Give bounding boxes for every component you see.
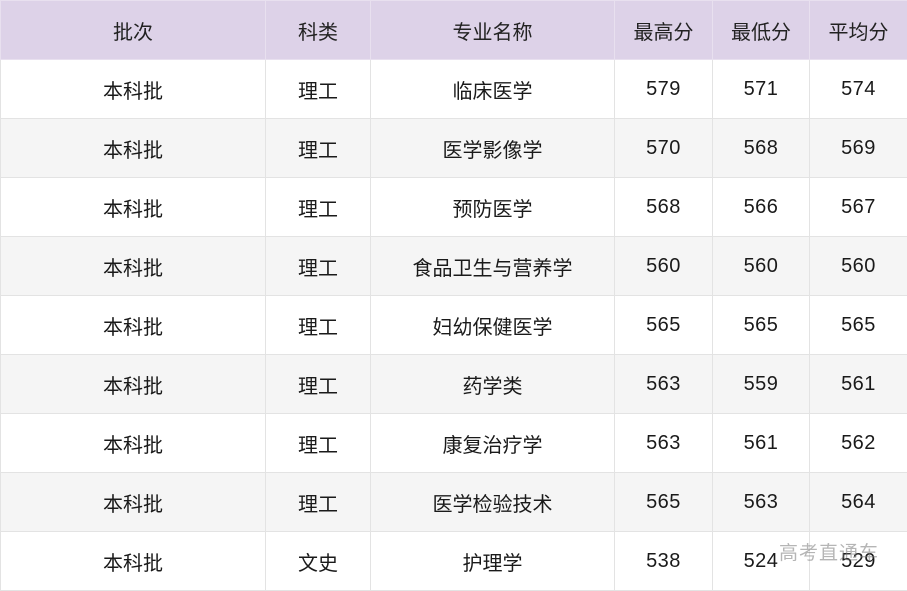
table-row: 本科批 理工 食品卫生与营养学 560 560 560 — [0, 236, 907, 296]
cell-max-score: 579 — [614, 59, 713, 119]
header-major-name: 专业名称 — [370, 0, 615, 60]
cell-category: 理工 — [265, 472, 371, 532]
cell-avg-score: 567 — [809, 177, 907, 237]
table-row: 本科批 文史 护理学 538 524 529 — [0, 531, 907, 591]
cell-major-name: 药学类 — [370, 354, 615, 414]
cell-category: 理工 — [265, 236, 371, 296]
score-table: 批次 科类 专业名称 最高分 最低分 平均分 本科批 理工 临床医学 579 5… — [0, 0, 907, 591]
cell-avg-score: 561 — [809, 354, 907, 414]
cell-min-score: 565 — [712, 295, 810, 355]
cell-max-score: 563 — [614, 413, 713, 473]
cell-max-score: 563 — [614, 354, 713, 414]
table-row: 本科批 理工 医学检验技术 565 563 564 — [0, 472, 907, 532]
table-row: 本科批 理工 临床医学 579 571 574 — [0, 59, 907, 119]
table-row: 本科批 理工 药学类 563 559 561 — [0, 354, 907, 414]
cell-major-name: 康复治疗学 — [370, 413, 615, 473]
cell-batch: 本科批 — [0, 531, 266, 591]
cell-category: 文史 — [265, 531, 371, 591]
cell-category: 理工 — [265, 118, 371, 178]
cell-category: 理工 — [265, 413, 371, 473]
cell-major-name: 护理学 — [370, 531, 615, 591]
table-row: 本科批 理工 预防医学 568 566 567 — [0, 177, 907, 237]
cell-avg-score: 569 — [809, 118, 907, 178]
cell-avg-score: 565 — [809, 295, 907, 355]
cell-batch: 本科批 — [0, 354, 266, 414]
cell-min-score: 563 — [712, 472, 810, 532]
cell-major-name: 临床医学 — [370, 59, 615, 119]
table-body: 本科批 理工 临床医学 579 571 574 本科批 理工 医学影像学 570… — [0, 59, 907, 591]
cell-category: 理工 — [265, 354, 371, 414]
table-row: 本科批 理工 医学影像学 570 568 569 — [0, 118, 907, 178]
header-batch: 批次 — [0, 0, 266, 60]
cell-min-score: 559 — [712, 354, 810, 414]
cell-batch: 本科批 — [0, 118, 266, 178]
cell-max-score: 570 — [614, 118, 713, 178]
cell-major-name: 预防医学 — [370, 177, 615, 237]
cell-batch: 本科批 — [0, 59, 266, 119]
table-row: 本科批 理工 妇幼保健医学 565 565 565 — [0, 295, 907, 355]
header-min-score: 最低分 — [712, 0, 810, 60]
cell-min-score: 560 — [712, 236, 810, 296]
header-category: 科类 — [265, 0, 371, 60]
cell-min-score: 524 — [712, 531, 810, 591]
cell-major-name: 妇幼保健医学 — [370, 295, 615, 355]
cell-batch: 本科批 — [0, 236, 266, 296]
cell-min-score: 571 — [712, 59, 810, 119]
cell-max-score: 568 — [614, 177, 713, 237]
header-row: 批次 科类 专业名称 最高分 最低分 平均分 — [0, 0, 907, 60]
cell-batch: 本科批 — [0, 413, 266, 473]
table-row: 本科批 理工 康复治疗学 563 561 562 — [0, 413, 907, 473]
cell-max-score: 560 — [614, 236, 713, 296]
cell-avg-score: 574 — [809, 59, 907, 119]
header-avg-score: 平均分 — [809, 0, 907, 60]
cell-batch: 本科批 — [0, 295, 266, 355]
cell-category: 理工 — [265, 177, 371, 237]
cell-avg-score: 529 — [809, 531, 907, 591]
cell-major-name: 医学检验技术 — [370, 472, 615, 532]
cell-category: 理工 — [265, 295, 371, 355]
table-header: 批次 科类 专业名称 最高分 最低分 平均分 — [0, 0, 907, 60]
cell-min-score: 566 — [712, 177, 810, 237]
cell-batch: 本科批 — [0, 472, 266, 532]
cell-avg-score: 562 — [809, 413, 907, 473]
cell-max-score: 538 — [614, 531, 713, 591]
cell-max-score: 565 — [614, 472, 713, 532]
cell-major-name: 医学影像学 — [370, 118, 615, 178]
header-max-score: 最高分 — [614, 0, 713, 60]
cell-batch: 本科批 — [0, 177, 266, 237]
cell-max-score: 565 — [614, 295, 713, 355]
cell-min-score: 561 — [712, 413, 810, 473]
cell-avg-score: 564 — [809, 472, 907, 532]
cell-category: 理工 — [265, 59, 371, 119]
cell-min-score: 568 — [712, 118, 810, 178]
cell-major-name: 食品卫生与营养学 — [370, 236, 615, 296]
cell-avg-score: 560 — [809, 236, 907, 296]
